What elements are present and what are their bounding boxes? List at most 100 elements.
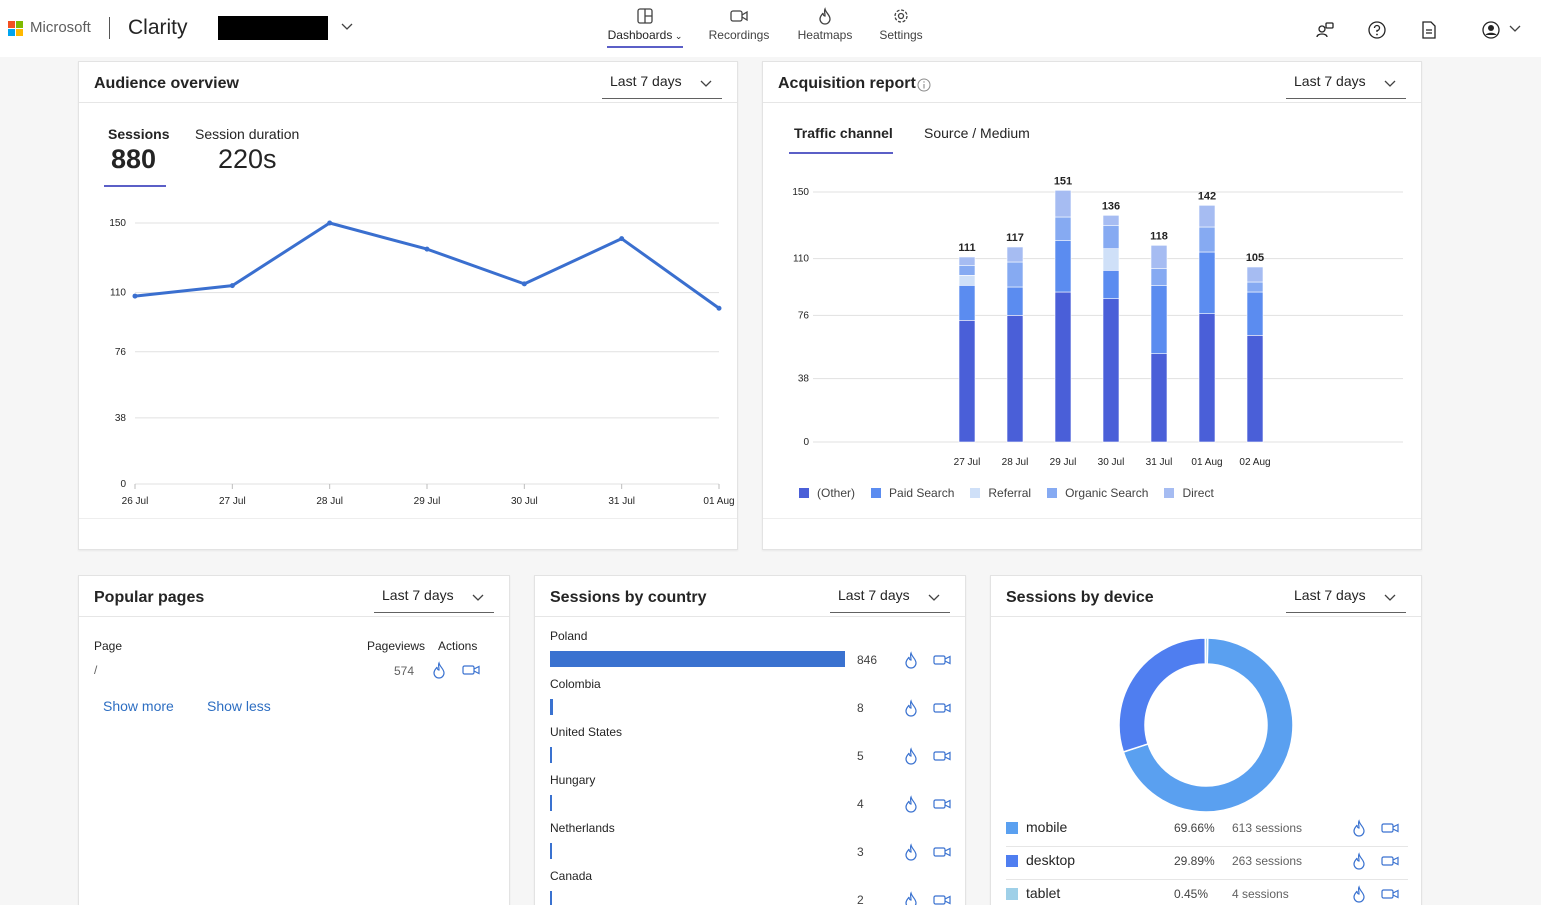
bar-segment-direct[interactable]: [1150, 245, 1168, 269]
heatmap-icon[interactable]: [1350, 852, 1368, 870]
x-tick-label: 27 Jul: [954, 457, 981, 468]
x-tick-label: 01 Aug: [1191, 457, 1222, 468]
bar-total-label: 151: [1054, 175, 1072, 187]
bar-segment-direct[interactable]: [1006, 246, 1024, 263]
bar-segment-other[interactable]: [1006, 315, 1024, 443]
heatmap-icon[interactable]: [902, 795, 920, 813]
heatmap-icon[interactable]: [1350, 885, 1368, 903]
device-percentage: 69.66%: [1174, 821, 1215, 835]
bar-segment-paidsearch[interactable]: [1054, 240, 1072, 293]
heatmap-icon[interactable]: [902, 747, 920, 765]
recording-icon[interactable]: [933, 699, 951, 717]
x-tick-label: 26 Jul: [122, 496, 149, 507]
bar-segment-paidsearch[interactable]: [1198, 251, 1216, 314]
bar-segment-direct[interactable]: [1102, 215, 1120, 226]
popular-range-dropdown[interactable]: Last 7 days: [374, 584, 494, 613]
bar-segment-paidsearch[interactable]: [958, 285, 976, 321]
bar-segment-other[interactable]: [1198, 313, 1216, 443]
legend-item[interactable]: Referral: [970, 486, 1031, 500]
document-icon[interactable]: [1418, 19, 1440, 41]
donut-slice-tablet[interactable]: [1204, 637, 1209, 665]
legend-item[interactable]: Direct: [1164, 486, 1214, 500]
microsoft-brand: Microsoft: [30, 19, 91, 36]
active-nav-indicator: [607, 46, 683, 48]
recording-icon[interactable]: [933, 747, 951, 765]
x-tick-label: 29 Jul: [1050, 457, 1077, 468]
legend-item[interactable]: (Other): [799, 486, 855, 500]
country-name: United States: [550, 725, 623, 739]
bar-segment-organicsearch[interactable]: [958, 265, 976, 276]
recording-icon[interactable]: [933, 651, 951, 669]
page-path[interactable]: /: [94, 663, 97, 677]
bar-segment-other[interactable]: [1246, 335, 1264, 443]
heatmap-icon[interactable]: [430, 661, 448, 679]
legend-item[interactable]: Organic Search: [1047, 486, 1148, 500]
nav-heatmaps[interactable]: Heatmaps: [796, 7, 854, 42]
popular-pages-card: Popular pages Last 7 days Page Pageviews…: [78, 575, 510, 905]
heatmap-icon[interactable]: [902, 651, 920, 669]
people-icon[interactable]: [1314, 19, 1336, 41]
legend-item[interactable]: Paid Search: [871, 486, 954, 500]
bar-segment-organicsearch[interactable]: [1246, 281, 1264, 293]
bar-segment-direct[interactable]: [1054, 190, 1072, 218]
heatmap-icon[interactable]: [1350, 819, 1368, 837]
bar-segment-paidsearch[interactable]: [1006, 286, 1024, 316]
bar-segment-referral[interactable]: [1102, 248, 1120, 271]
card-header-divider: [79, 616, 509, 617]
recording-icon[interactable]: [1381, 885, 1399, 903]
bar-segment-organicsearch[interactable]: [1150, 268, 1168, 286]
bar-segment-other[interactable]: [958, 320, 976, 443]
bar-segment-organicsearch[interactable]: [1006, 261, 1024, 288]
page-column-header: Page: [94, 639, 123, 653]
bar-segment-paidsearch[interactable]: [1102, 270, 1120, 299]
bar-segment-direct[interactable]: [1198, 205, 1216, 228]
recording-icon[interactable]: [933, 891, 951, 905]
brand-divider: [109, 17, 110, 39]
bar-segment-organicsearch[interactable]: [1054, 216, 1072, 241]
sessions-data-point[interactable]: [521, 281, 527, 287]
account-icon[interactable]: [1480, 19, 1502, 41]
recording-icon[interactable]: [1381, 852, 1399, 870]
recording-icon[interactable]: [462, 661, 480, 679]
show-more-button[interactable]: Show more: [103, 698, 174, 714]
chevron-down-icon[interactable]: [340, 20, 354, 34]
bar-segment-paidsearch[interactable]: [1246, 291, 1264, 336]
project-selector[interactable]: [218, 16, 328, 40]
device-range-dropdown[interactable]: Last 7 days: [1286, 584, 1406, 613]
sessions-data-point[interactable]: [716, 305, 722, 311]
donut-slice-desktop[interactable]: [1118, 637, 1207, 753]
app-name[interactable]: Clarity: [128, 16, 188, 40]
sessions-data-point[interactable]: [619, 236, 625, 242]
sessions-data-point[interactable]: [424, 246, 430, 252]
recording-icon[interactable]: [1381, 819, 1399, 837]
heatmap-icon[interactable]: [902, 699, 920, 717]
recording-icon[interactable]: [933, 795, 951, 813]
bar-segment-organicsearch[interactable]: [1102, 225, 1120, 249]
bar-segment-direct[interactable]: [958, 256, 976, 266]
nav-dashboards-label: Dashboards: [607, 28, 673, 42]
bar-segment-direct[interactable]: [1246, 266, 1264, 283]
recording-icon[interactable]: [933, 843, 951, 861]
country-row: Colombia 8: [550, 677, 970, 725]
bar-segment-other[interactable]: [1054, 291, 1072, 443]
country-bar: [550, 651, 845, 667]
sessions-data-point[interactable]: [132, 293, 138, 299]
y-tick-label: 150: [109, 218, 126, 229]
bar-segment-paidsearch[interactable]: [1150, 285, 1168, 354]
sessions-data-point[interactable]: [229, 283, 235, 289]
nav-recordings[interactable]: Recordings: [708, 7, 770, 42]
country-range-dropdown[interactable]: Last 7 days: [830, 584, 950, 613]
account-chevron-icon[interactable]: [1508, 22, 1522, 36]
bar-segment-other[interactable]: [1102, 298, 1120, 443]
nav-settings[interactable]: Settings: [877, 7, 925, 42]
nav-dashboards[interactable]: Dashboards ⌄: [607, 7, 683, 42]
show-less-button[interactable]: Show less: [207, 698, 271, 714]
bar-segment-referral[interactable]: [958, 275, 976, 286]
bar-segment-organicsearch[interactable]: [1198, 226, 1216, 253]
help-icon[interactable]: [1366, 19, 1388, 41]
country-range-value: Last 7 days: [838, 587, 910, 603]
heatmap-icon[interactable]: [902, 891, 920, 905]
heatmap-icon[interactable]: [902, 843, 920, 861]
bar-segment-other[interactable]: [1150, 353, 1168, 443]
sessions-data-point[interactable]: [327, 220, 333, 226]
